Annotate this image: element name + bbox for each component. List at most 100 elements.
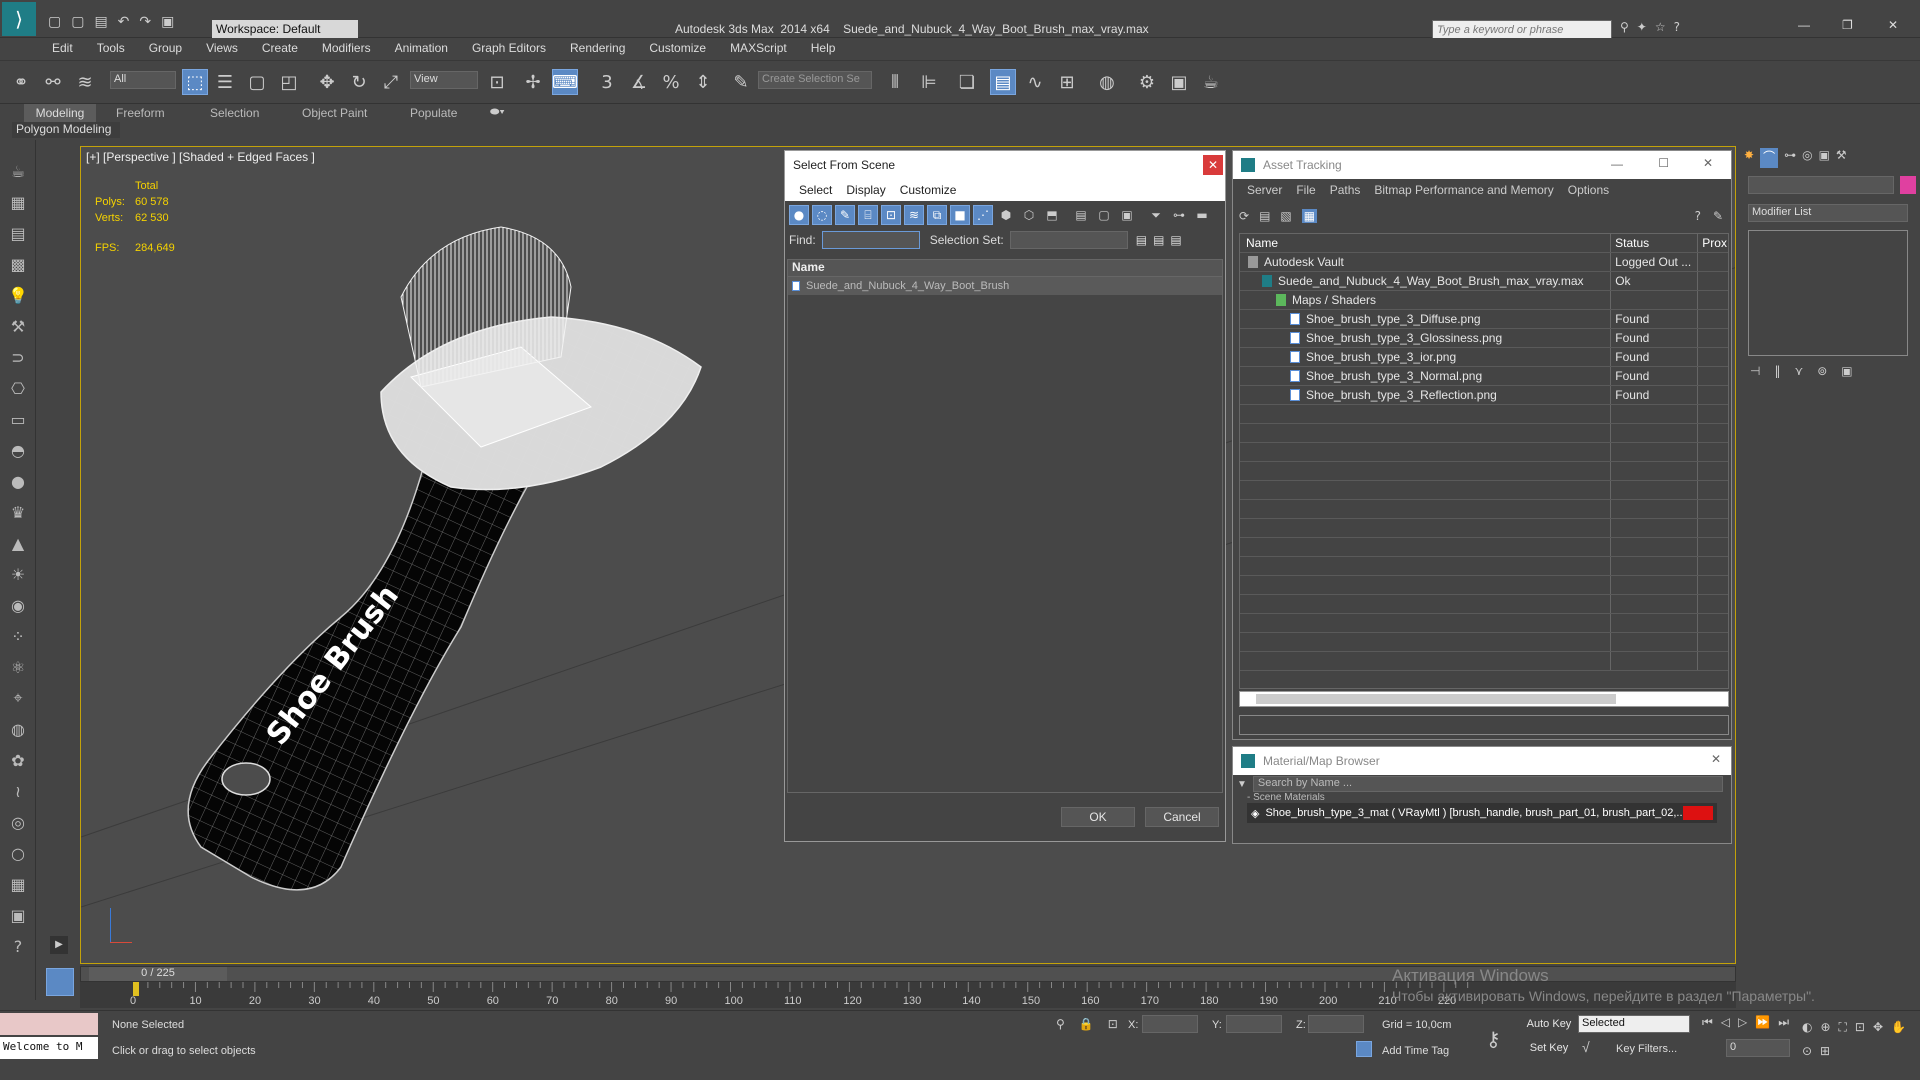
sun-icon[interactable]: ☀ [3,560,33,588]
plant-icon[interactable]: ✿ [3,746,33,774]
menu-item[interactable]: MAXScript [730,41,787,55]
list-header-name[interactable]: Name [788,260,1222,277]
filter-icon[interactable]: ⏷ [1146,205,1166,225]
workspace-dropdown[interactable]: Workspace: Default [212,20,358,40]
help-icon[interactable]: ? [3,932,33,960]
asset-menu-item[interactable]: Paths [1330,183,1361,197]
menu-item[interactable]: Group [149,41,182,55]
status-icons[interactable]: ⚲🔒⊡ [1056,1017,1132,1031]
angle-snap-icon[interactable]: ∡ [626,69,652,95]
table-view-icon[interactable]: ▦ [1301,209,1318,223]
display-bones-icon[interactable]: ⋰ [973,205,993,225]
selection-set-icons[interactable]: ▤▤▤ [1136,233,1188,247]
modify-tab-icon[interactable]: ⌒ [1760,148,1779,168]
tools-icon[interactable]: ⚒ [3,312,33,340]
ribbon-tab-object-paint[interactable]: Object Paint [302,106,367,120]
hierarchy-tab-icon[interactable]: ⊶ [1784,148,1796,168]
align-icon[interactable]: ⊫ [916,69,942,95]
matbrowser-close-button[interactable]: ✕ [1711,752,1721,766]
display-geometry-icon[interactable]: ● [789,205,809,225]
polygon-modeling-tab[interactable]: Polygon Modeling [12,122,120,138]
asset-menu-item[interactable]: Options [1568,183,1609,197]
matbrowser-options-icon[interactable]: ▼ [1237,779,1247,790]
select-object-icon[interactable]: ⬚ [182,69,208,95]
asset-menu-item[interactable]: Server [1247,183,1282,197]
add-time-tag-icon[interactable] [1356,1041,1372,1057]
hemisphere-icon[interactable]: ◓ [3,436,33,464]
grid-icon[interactable]: ▩ [3,250,33,278]
particles-icon[interactable]: ⁘ [3,622,33,650]
keyboard-shortcut-icon[interactable]: ⌨ [552,69,578,95]
ribbon-tab-populate[interactable]: Populate [410,106,457,120]
rect-selection-icon[interactable]: ▢ [244,69,270,95]
select-scene-menu-item[interactable]: Display [846,183,885,197]
select-scene-menu-item[interactable]: Customize [900,183,957,197]
object-name-field[interactable] [1748,176,1894,194]
list-view-icon[interactable]: ▤ [1259,209,1270,223]
key-mode-dropdown[interactable]: Selected [1578,1015,1690,1033]
auto-key-button[interactable]: Auto Key [1524,1015,1574,1033]
mirror-icon[interactable]: ⫴ [882,69,908,95]
teapot-icon[interactable]: ☕ [3,157,33,185]
unlink-icon[interactable]: ⚯ [40,69,66,95]
white-sphere-icon[interactable]: ○ [3,839,33,867]
manipulate-icon[interactable]: ✢ [520,69,546,95]
menu-item[interactable]: Animation [395,41,448,55]
add-time-tag[interactable]: Add Time Tag [1382,1045,1449,1057]
scene-explorer-icon[interactable]: ▦ [3,188,33,216]
select-none-icon[interactable]: ▢ [1094,205,1114,225]
col-name-header[interactable]: Name [1240,234,1612,252]
render-frame-icon[interactable]: ▣ [3,901,33,929]
ribbon-tab-freeform[interactable]: Freeform [116,106,165,120]
display-helpers-icon[interactable]: ⊡ [881,205,901,225]
find-input[interactable] [821,231,920,249]
display-cameras-icon[interactable]: ⌸ [858,205,878,225]
list-item[interactable]: Suede_and_Nubuck_4_Way_Boot_Brush [788,277,1222,295]
x-field[interactable] [1142,1015,1198,1033]
render-icon[interactable]: ☕ [1198,69,1224,95]
layers-icon[interactable]: ▤ [3,219,33,247]
col-status-header[interactable]: Status [1611,234,1699,252]
set-key-filter-key-icon[interactable]: ⚷ [1486,1027,1501,1051]
display-hidden-icon[interactable]: ⬒ [1042,205,1062,225]
motion-tab-icon[interactable]: ◎ [1802,148,1812,168]
ok-button[interactable]: OK [1061,807,1135,827]
schematic-view-icon[interactable]: ⊞ [1054,69,1080,95]
curve-editor-icon[interactable]: ∿ [1022,69,1048,95]
display-shapes-icon[interactable]: ◌ [812,205,832,225]
select-all-icon[interactable]: ▤ [1071,205,1091,225]
app-logo[interactable]: ⟩ [2,2,36,36]
set-key-curve-icon[interactable]: √ [1582,1039,1590,1055]
table-row[interactable]: Maps / Shaders [1240,291,1728,310]
display-containers-icon[interactable]: ⬢ [996,205,1016,225]
thumbnail-icon[interactable]: ▧ [1280,209,1291,223]
plane-icon[interactable]: ▭ [3,405,33,433]
cone-icon[interactable]: ▲ [3,529,33,557]
stack-toolbar-icons[interactable]: ⊣‖⋎⊚▣ [1750,364,1867,378]
menu-item[interactable]: Customize [649,41,706,55]
rendered-frame-icon[interactable]: ▣ [1166,69,1192,95]
table-row[interactable]: Shoe_brush_type_3_Diffuse.png Found [1240,310,1728,329]
left-toolbar-expand-icon[interactable]: ▶ [50,936,68,954]
menu-item[interactable]: Tools [97,41,125,55]
select-scene-menu-item[interactable]: Select [799,183,832,197]
playback-controls[interactable]: ⏮◁▷⏩⏭ [1702,1015,1797,1030]
molecule-icon[interactable]: ⚛ [3,653,33,681]
modifier-stack[interactable] [1748,230,1908,356]
layer-manager-icon[interactable]: ❏ [954,69,980,95]
display-lights-icon[interactable]: ✎ [835,205,855,225]
utilities-tab-icon[interactable]: ⚒ [1836,148,1847,168]
material-item[interactable]: ◈ Shoe_brush_type_3_mat ( VRayMtl ) [bru… [1247,803,1717,823]
table-row[interactable]: Shoe_brush_type_3_Normal.png Found [1240,367,1728,386]
create-tab-icon[interactable]: ✸ [1744,148,1754,168]
asset-maximize-button[interactable]: ☐ [1658,156,1669,170]
key-filters-button[interactable]: Key Filters... [1616,1043,1677,1055]
calculator-icon[interactable]: ▦ [3,870,33,898]
material-ball-icon[interactable]: ◎ [3,808,33,836]
minimize-button[interactable]: — [1798,18,1810,32]
ear-icon[interactable]: ⊃ [3,343,33,371]
close-button[interactable]: ✕ [1888,18,1898,32]
menu-item[interactable]: Graph Editors [472,41,546,55]
menu-item[interactable]: Help [811,41,836,55]
display-frozen-icon[interactable]: ⬡ [1019,205,1039,225]
